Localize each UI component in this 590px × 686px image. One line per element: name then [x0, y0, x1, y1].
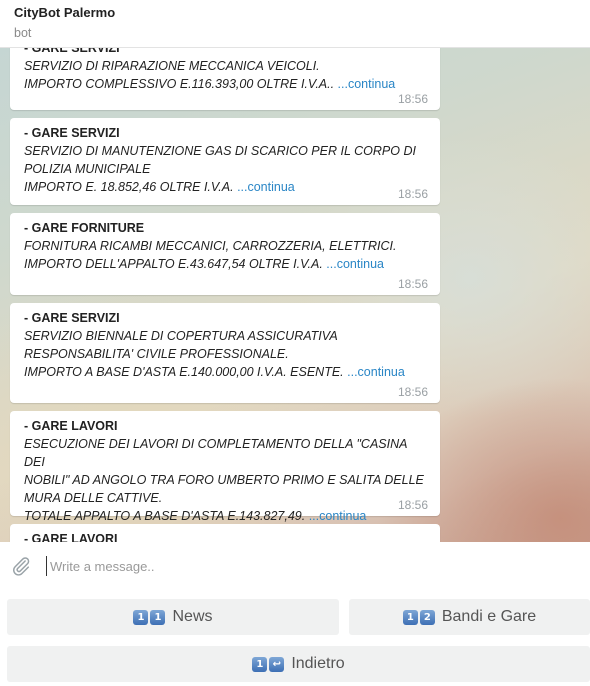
message-category: - GARE FORNITURE [24, 221, 145, 235]
reply-keyboard: 11 News 12 Bandi e Gare 1 ↩ Indietro [0, 590, 590, 686]
continue-link[interactable]: ...continua [237, 180, 295, 194]
message-text: SERVIZIO BIENNALE DI COPERTURA ASSICURAT… [24, 329, 405, 379]
message-text: SERVIZIO DI MANUTENZIONE GAS DI SCARICO … [24, 144, 416, 194]
message-category: - GARE LAVORI [24, 532, 118, 542]
message-category: - GARE SERVIZI [24, 311, 120, 325]
message-composer [0, 542, 590, 590]
bandi-e-gare-button[interactable]: 12 Bandi e Gare [349, 599, 590, 635]
chat-header: CityBot Palermo bot [0, 0, 590, 48]
message-bubble: - GARE SERVIZI SERVIZIO DI RIPARAZIONE M… [10, 48, 440, 110]
message-time: 18:56 [397, 92, 428, 106]
indietro-button-label: Indietro [291, 655, 345, 672]
continue-link[interactable]: ...continua [338, 77, 396, 91]
message-text: SERVIZIO DI RIPARAZIONE MECCANICA VEICOL… [24, 59, 396, 91]
chat-title[interactable]: CityBot Palermo [14, 5, 576, 21]
continue-link[interactable]: ...continua [309, 509, 367, 523]
message-category: - GARE SERVIZI [24, 126, 120, 140]
keycap-icon: 11 [133, 609, 167, 625]
bandi-e-gare-button-label: Bandi e Gare [441, 608, 537, 625]
message-text: FORNITURA RICAMBI MECCANICI, CARROZZERIA… [24, 239, 397, 271]
continue-link[interactable]: ...continua [347, 365, 405, 379]
chat-subtitle: bot [14, 26, 32, 40]
indietro-button[interactable]: 1 ↩ Indietro [7, 646, 590, 682]
message-bubble: - GARE LAVORI ESECUZIONE DEI LAVORI DI C… [10, 411, 440, 523]
message-time: 18:56 [397, 187, 428, 201]
message-time: 18:56 [397, 277, 428, 291]
continue-link[interactable]: ...continua [326, 257, 384, 271]
message-bubble: - GARE FORNITURE FORNITURA RICAMBI MECCA… [10, 213, 440, 295]
news-button[interactable]: 11 News [7, 599, 339, 635]
message-bubble: - GARE SERVIZI SERVIZIO DI MANUTENZIONE … [10, 118, 440, 205]
message-list[interactable]: - GARE SERVIZI SERVIZIO DI RIPARAZIONE M… [0, 48, 590, 542]
message-category: - GARE LAVORI [24, 419, 118, 433]
message-text: ESECUZIONE DEI LAVORI DI COMPLETAMENTO D… [24, 437, 424, 523]
paperclip-icon[interactable] [10, 555, 32, 577]
message-bubble: - GARE SERVIZI SERVIZIO BIENNALE DI COPE… [10, 303, 440, 403]
keycap-icon: 12 [402, 609, 437, 625]
message-input[interactable] [46, 556, 566, 576]
message-time: 18:56 [397, 385, 428, 399]
message-time: 18:56 [397, 498, 428, 512]
news-button-label: News [172, 608, 213, 625]
message-bubble: - GARE LAVORI [10, 524, 440, 542]
keycap-icon: 1 ↩ [252, 656, 286, 672]
message-category: - GARE SERVIZI [24, 48, 120, 55]
